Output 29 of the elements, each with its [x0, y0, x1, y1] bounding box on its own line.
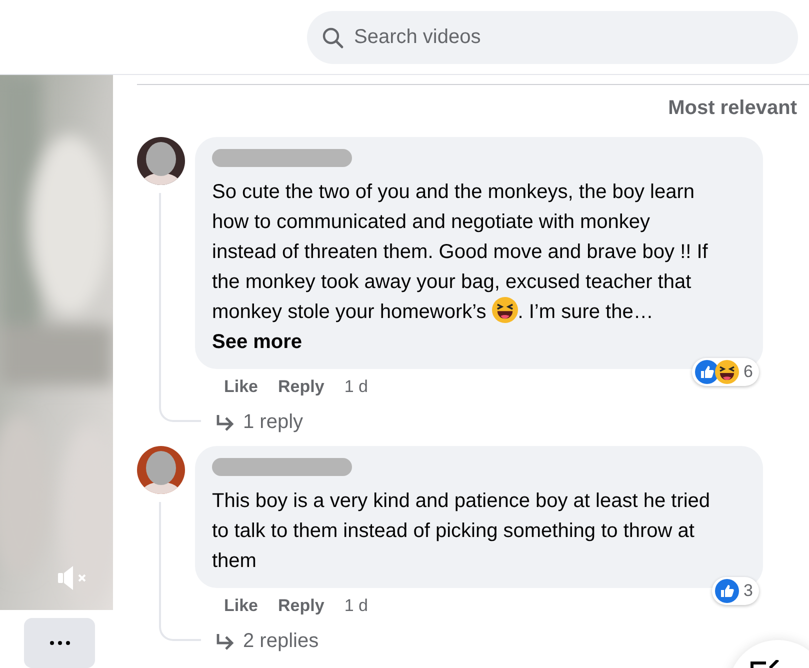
avatar[interactable]	[137, 446, 185, 494]
reaction-count[interactable]: 6	[692, 358, 759, 386]
commenter-name[interactable]	[212, 458, 352, 476]
thumbs-up-icon	[714, 579, 739, 603]
commenter-name[interactable]	[212, 149, 352, 167]
more-icon	[50, 641, 70, 645]
comment-text: This boy is a very kind and patience boy at least he tried to talk to them instead of picking something to throw at them	[212, 489, 712, 574]
more-options-button[interactable]	[24, 618, 95, 668]
comment-time[interactable]: 1 d	[344, 596, 368, 616]
reaction-count[interactable]: 3	[712, 577, 759, 605]
search-icon	[322, 26, 344, 48]
action-link[interactable]: Like	[224, 377, 258, 397]
reply-arrow-icon	[215, 414, 235, 432]
comment-text: So cute the two of you and the monkeys, the boy learn how to communicated and negotiate with monkey instead of threaten them. Good move and brave boy !! If the monkey took away your bag, excused teacher that monkey stole your homework’s . I’m sure the… See more	[212, 180, 709, 355]
action-link[interactable]: Reply	[278, 377, 324, 397]
avatar[interactable]	[137, 137, 185, 185]
see-more-link[interactable]: See more	[212, 331, 302, 353]
laughing-face-icon	[492, 297, 518, 323]
compose-icon	[750, 660, 780, 668]
laughing-face-icon	[714, 360, 739, 384]
thumbs-up-icon	[694, 360, 719, 384]
search-field[interactable]: Search videos	[307, 10, 798, 64]
view-replies-link[interactable]: 2 replies	[215, 630, 319, 653]
action-link[interactable]: Reply	[278, 596, 324, 616]
action-link[interactable]: Like	[224, 596, 258, 616]
view-replies-link[interactable]: 1 reply	[215, 411, 304, 434]
sort-dropdown[interactable]: Most relevant	[668, 97, 797, 120]
comment-time[interactable]: 1 d	[344, 377, 368, 397]
reply-arrow-icon	[215, 632, 235, 650]
